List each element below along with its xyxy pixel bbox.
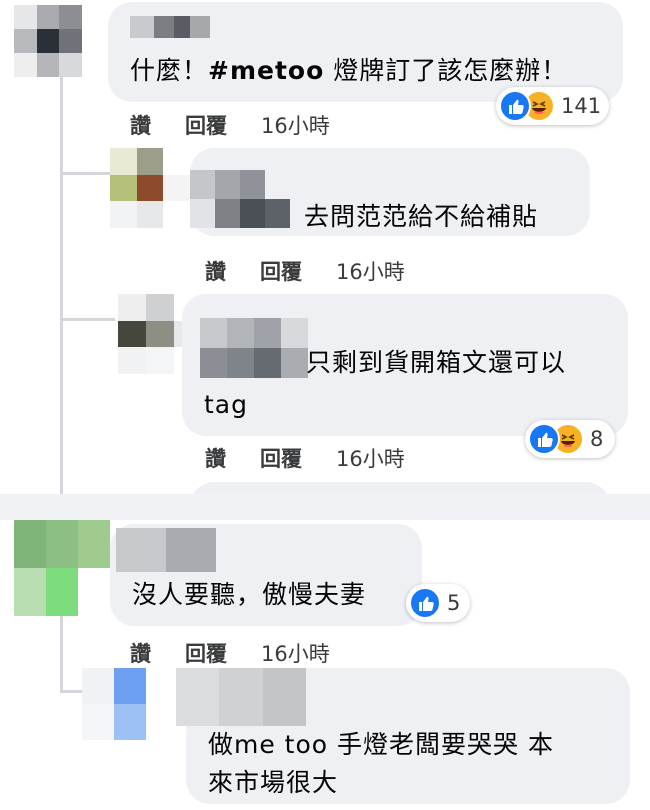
comment-text: 去問范范給不給補貼 bbox=[304, 202, 539, 231]
comment-text: 做me too 手燈老闆要哭哭 本 bbox=[208, 730, 554, 759]
reaction-count: 8 bbox=[590, 427, 604, 451]
like-button[interactable]: 讚 bbox=[130, 638, 151, 668]
reaction-summary[interactable]: 5 bbox=[406, 584, 471, 622]
comment-actions: 讚 回覆 16小時 bbox=[205, 443, 405, 473]
thread-branch bbox=[60, 172, 110, 175]
section-divider bbox=[0, 494, 650, 520]
author-name-blurred[interactable] bbox=[200, 318, 308, 378]
thread-branch bbox=[60, 318, 115, 321]
like-button[interactable]: 讚 bbox=[205, 443, 226, 473]
reaction-count: 141 bbox=[561, 94, 602, 118]
comment-bubble: 做me too 手燈老闆要哭哭 本 來市場很大 bbox=[176, 668, 630, 804]
comment-actions: 讚 回覆 16小時 bbox=[205, 256, 405, 286]
author-name-blurred[interactable] bbox=[176, 668, 306, 726]
comment-text: tag bbox=[204, 390, 248, 419]
thread-line bbox=[60, 610, 63, 690]
comment-bubble: 沒人要聽，傲慢夫妻 bbox=[110, 524, 422, 626]
reply-button[interactable]: 回覆 bbox=[185, 638, 227, 668]
comment-text: 只剩到貨開箱文還可以 bbox=[306, 348, 567, 377]
reply-button[interactable]: 回覆 bbox=[260, 256, 302, 286]
comment-bubble: 只剩到貨開箱文還可以 tag bbox=[182, 294, 628, 436]
reaction-summary[interactable]: 8 bbox=[525, 420, 616, 458]
timestamp[interactable]: 16小時 bbox=[261, 638, 330, 668]
timestamp[interactable]: 16小時 bbox=[261, 110, 330, 140]
reaction-count: 5 bbox=[447, 591, 461, 615]
comment-actions: 讚 回覆 16小時 bbox=[130, 638, 330, 668]
thread-line bbox=[60, 75, 63, 495]
comment-text: 來市場很大 bbox=[208, 768, 339, 797]
like-button[interactable]: 讚 bbox=[130, 110, 151, 140]
author-name-blurred[interactable] bbox=[130, 16, 210, 38]
reply-button[interactable]: 回覆 bbox=[185, 110, 227, 140]
like-icon bbox=[528, 423, 560, 455]
avatar[interactable] bbox=[82, 668, 178, 740]
reaction-summary[interactable]: 141 bbox=[496, 87, 610, 125]
avatar[interactable] bbox=[14, 520, 110, 616]
comment-text: 什麼！#metoo 燈牌訂了該怎麼辦！ bbox=[130, 56, 568, 85]
author-name-blurred[interactable] bbox=[190, 170, 290, 228]
avatar[interactable] bbox=[110, 148, 190, 228]
comment-bubble: 去問范范給不給補貼 bbox=[190, 148, 590, 236]
author-name-blurred[interactable] bbox=[116, 528, 216, 572]
timestamp[interactable]: 16小時 bbox=[336, 256, 405, 286]
thread-branch bbox=[60, 690, 82, 693]
like-icon bbox=[409, 587, 441, 619]
avatar[interactable] bbox=[14, 5, 104, 77]
comment-text: 沒人要聽，傲慢夫妻 bbox=[132, 580, 367, 609]
reply-button[interactable]: 回覆 bbox=[260, 443, 302, 473]
like-icon bbox=[499, 90, 531, 122]
comment-actions: 讚 回覆 16小時 bbox=[130, 110, 330, 140]
like-button[interactable]: 讚 bbox=[205, 256, 226, 286]
timestamp[interactable]: 16小時 bbox=[336, 443, 405, 473]
hashtag-link[interactable]: #metoo bbox=[208, 56, 324, 85]
